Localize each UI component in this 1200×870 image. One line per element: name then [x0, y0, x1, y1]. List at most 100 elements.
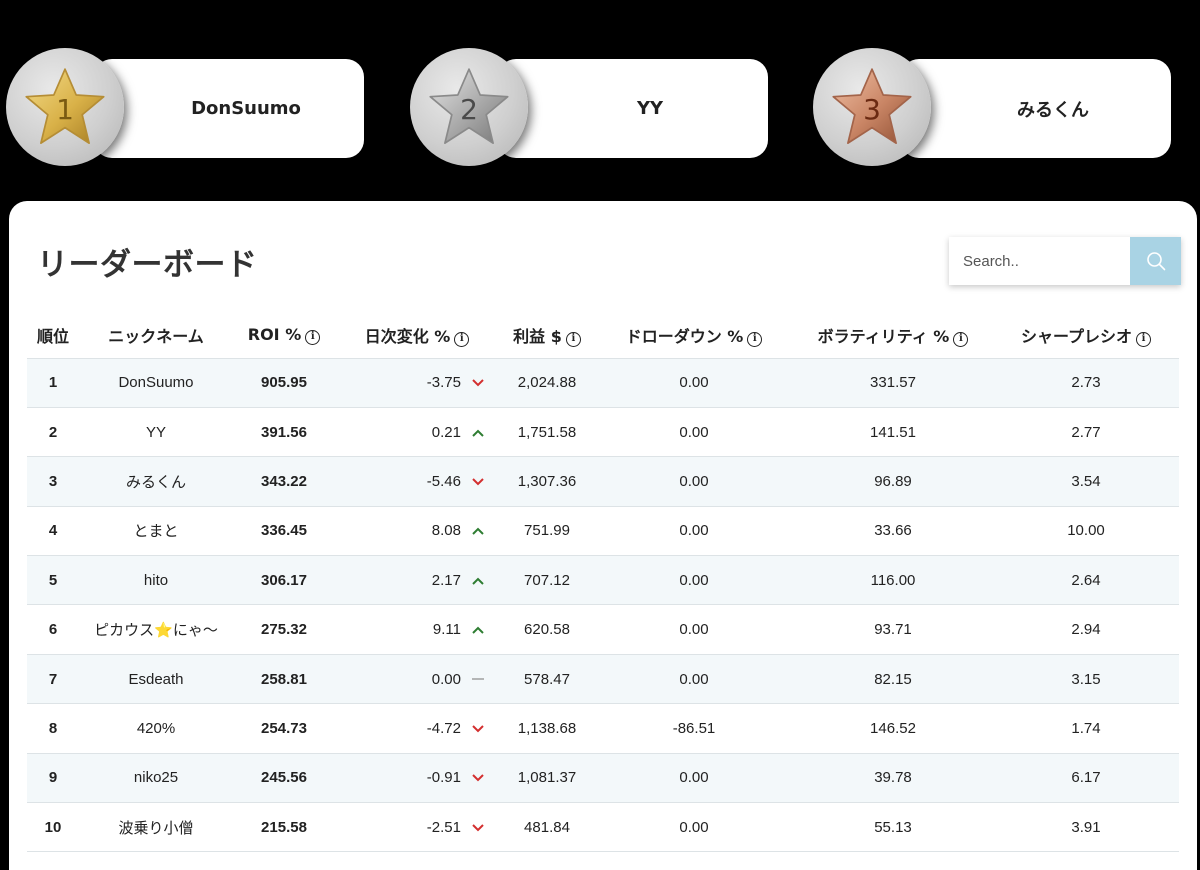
cell-rank: 9 [27, 753, 79, 804]
cell-drawdown: 0.00 [595, 604, 793, 655]
daily-change-value: -2.51 [426, 818, 461, 836]
cell-nickname[interactable]: みるくん [79, 456, 233, 507]
cell-nickname[interactable]: ピカウス⭐にゃ〜 [79, 604, 233, 655]
cell-daily-change: 0.21 [335, 407, 499, 458]
col-header-sharpe[interactable]: シャープレシオ i [993, 313, 1179, 359]
cell-sharpe: 2.77 [993, 407, 1179, 458]
info-icon[interactable]: i [454, 332, 470, 348]
down-arrow-icon [472, 379, 484, 387]
down-arrow-icon [472, 725, 484, 733]
trend-indicator [461, 769, 495, 786]
cell-profit: 578.47 [499, 654, 595, 705]
cell-daily-change: 0.00 [335, 654, 499, 705]
col-header-volatility[interactable]: ボラティリティ % i [793, 313, 993, 359]
cell-drawdown: 0.00 [595, 407, 793, 458]
podium-card-2[interactable]: YY 2 [410, 48, 770, 168]
table-row[interactable]: 6 ピカウス⭐にゃ〜 275.32 9.11 620.58 0.00 93.71 2.94 [27, 604, 1179, 655]
cell-profit: 707.12 [499, 555, 595, 606]
podium-card-3[interactable]: みるくん 3 [813, 48, 1173, 168]
trend-indicator [461, 671, 495, 688]
podium-card-1[interactable]: DonSuumo 1 [6, 48, 366, 168]
cell-roi: 336.45 [233, 506, 335, 557]
cell-nickname[interactable]: YY [79, 407, 233, 458]
cell-nickname[interactable]: とまと [79, 506, 233, 557]
cell-roi: 245.56 [233, 753, 335, 804]
table-row[interactable]: 7 Esdeath 258.81 0.00 578.47 0.00 82.15 3.15 [27, 654, 1179, 705]
table-row[interactable]: 10 波乗り小僧 215.58 -2.51 481.84 0.00 55.13 3.91 [27, 802, 1179, 853]
daily-change-value: -5.46 [426, 472, 461, 490]
cell-nickname[interactable]: Esdeath [79, 654, 233, 705]
table-row[interactable]: 3 みるくん 343.22 -5.46 1,307.36 0.00 96.89 3.54 [27, 456, 1179, 507]
cell-daily-change: -2.51 [335, 802, 499, 853]
cell-drawdown: 0.00 [595, 802, 793, 853]
cell-sharpe: 2.94 [993, 604, 1179, 655]
cell-daily-change: -5.46 [335, 456, 499, 507]
podium-rank-3: 3 [863, 92, 881, 126]
cell-rank: 5 [27, 555, 79, 606]
cell-drawdown: 0.00 [595, 555, 793, 606]
table-row[interactable]: 2 YY 391.56 0.21 1,751.58 0.00 141.51 2.77 [27, 407, 1179, 458]
col-header-rank[interactable]: 順位 [27, 313, 79, 359]
cell-nickname[interactable]: 波乗り小僧 [79, 802, 233, 853]
trend-indicator [461, 621, 495, 638]
col-header-nickname[interactable]: ニックネーム [79, 313, 233, 359]
daily-change-value: 9.11 [432, 621, 461, 639]
cell-profit: 1,307.36 [499, 456, 595, 507]
cell-volatility: 39.78 [793, 753, 993, 804]
table-row[interactable]: 4 とまと 336.45 8.08 751.99 0.00 33.66 10.00 [27, 506, 1179, 557]
podium-name-3: みるくん [901, 59, 1171, 158]
table-row[interactable]: 8 420% 254.73 -4.72 1,138.68 -86.51 146.52 1.74 [27, 703, 1179, 754]
cell-daily-change: -4.72 [335, 703, 499, 754]
cell-volatility: 331.57 [793, 358, 993, 408]
cell-drawdown: 0.00 [595, 358, 793, 408]
down-arrow-icon [472, 824, 484, 832]
up-arrow-icon [472, 626, 484, 634]
table-row[interactable]: 5 hito 306.17 2.17 707.12 0.00 116.00 2.64 [27, 555, 1179, 606]
col-header-roi[interactable]: ROI % i [233, 313, 335, 359]
up-arrow-icon [472, 527, 484, 536]
table-row[interactable]: 9 niko25 245.56 -0.91 1,081.37 0.00 39.78 6.17 [27, 753, 1179, 804]
cell-nickname[interactable]: niko25 [79, 753, 233, 804]
table-header-row: 順位 ニックネーム ROI % i 日次変化 % i 利益 $ i ドローダウン % i… [27, 313, 1179, 359]
cell-volatility: 146.52 [793, 703, 993, 754]
cell-nickname[interactable]: DonSuumo [79, 358, 233, 408]
cell-daily-change: 8.08 [335, 506, 499, 557]
info-icon[interactable]: i [1136, 332, 1152, 348]
cell-nickname[interactable]: 420% [79, 703, 233, 754]
cell-roi: 215.58 [233, 802, 335, 853]
search-box [949, 237, 1181, 285]
info-icon[interactable]: i [747, 332, 763, 348]
cell-daily-change: -3.75 [335, 358, 499, 408]
trend-indicator [461, 720, 495, 737]
col-header-profit[interactable]: 利益 $ i [499, 313, 595, 359]
flat-dash-icon [472, 677, 484, 680]
down-arrow-icon [472, 774, 484, 782]
cell-profit: 620.58 [499, 604, 595, 655]
col-header-daily-change[interactable]: 日次変化 % i [335, 313, 499, 359]
cell-nickname[interactable]: hito [79, 555, 233, 606]
trend-indicator [461, 819, 495, 836]
cell-drawdown: 0.00 [595, 506, 793, 557]
daily-change-value: 0.00 [431, 670, 461, 688]
cell-rank: 6 [27, 604, 79, 655]
cell-volatility: 93.71 [793, 604, 993, 655]
search-button[interactable] [1130, 237, 1181, 285]
info-icon[interactable]: i [953, 332, 969, 348]
cell-rank: 7 [27, 654, 79, 705]
trend-indicator [461, 374, 495, 391]
gold-star-medal-icon: 1 [6, 48, 124, 166]
cell-drawdown: 0.00 [595, 654, 793, 705]
info-icon[interactable]: i [305, 330, 321, 346]
cell-rank: 1 [27, 358, 79, 408]
daily-change-value: -0.91 [426, 769, 461, 787]
daily-change-value: 0.21 [431, 423, 461, 441]
podium-rank-1: 1 [56, 92, 74, 126]
search-input[interactable] [949, 237, 1130, 285]
cell-sharpe: 2.73 [993, 358, 1179, 408]
cell-drawdown: 0.00 [595, 456, 793, 507]
search-icon [1146, 252, 1165, 271]
col-header-drawdown[interactable]: ドローダウン % i [595, 313, 793, 359]
info-icon[interactable]: i [565, 332, 581, 348]
bronze-star-medal-icon: 3 [813, 48, 931, 166]
table-row[interactable]: 1 DonSuumo 905.95 -3.75 2,024.88 0.00 331.57 2.… [27, 358, 1179, 408]
